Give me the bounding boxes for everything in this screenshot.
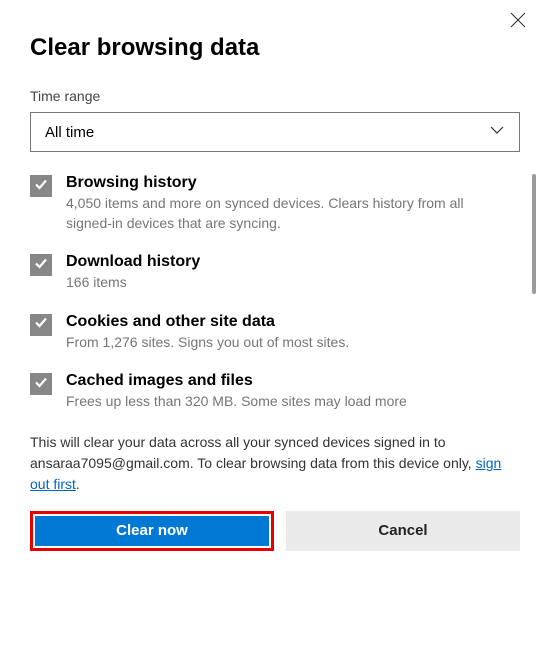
options-list: Browsing history 4,050 items and more on…: [30, 174, 520, 412]
option-title: Browsing history: [66, 174, 510, 192]
checkmark-icon: [33, 176, 49, 197]
time-range-value: All time: [45, 124, 94, 141]
option-desc: 166 items: [66, 273, 510, 293]
option-title: Cached images and files: [66, 372, 510, 390]
option-desc: 4,050 items and more on synced devices. …: [66, 194, 510, 233]
checkmark-icon: [33, 374, 49, 395]
option-title: Download history: [66, 253, 510, 271]
option-cookies: Cookies and other site data From 1,276 s…: [30, 313, 510, 353]
close-icon: [510, 12, 526, 33]
close-button[interactable]: [508, 12, 528, 32]
chevron-down-icon: [489, 122, 505, 143]
clear-now-highlight: Clear now: [30, 511, 274, 551]
cancel-button[interactable]: Cancel: [286, 511, 520, 551]
notice-prefix: This will clear your data across all you…: [30, 434, 476, 471]
checkbox-browsing-history[interactable]: [30, 175, 52, 197]
clear-now-button[interactable]: Clear now: [35, 516, 269, 546]
option-desc: From 1,276 sites. Signs you out of most …: [66, 333, 510, 353]
time-range-label: Time range: [30, 88, 520, 104]
time-range-select[interactable]: All time: [30, 112, 520, 152]
sync-notice: This will clear your data across all you…: [30, 432, 520, 495]
checkbox-cookies[interactable]: [30, 314, 52, 336]
dialog-buttons: Clear now Cancel: [30, 511, 520, 551]
option-cache: Cached images and files Frees up less th…: [30, 372, 510, 412]
option-browsing-history: Browsing history 4,050 items and more on…: [30, 174, 510, 233]
option-download-history: Download history 166 items: [30, 253, 510, 293]
dialog-title: Clear browsing data: [30, 34, 520, 62]
option-desc: Frees up less than 320 MB. Some sites ma…: [66, 392, 510, 412]
option-title: Cookies and other site data: [66, 313, 510, 331]
checkbox-cache[interactable]: [30, 373, 52, 395]
checkmark-icon: [33, 314, 49, 335]
notice-suffix: .: [76, 476, 80, 492]
scrollbar[interactable]: [532, 174, 536, 294]
checkmark-icon: [33, 255, 49, 276]
checkbox-download-history[interactable]: [30, 254, 52, 276]
